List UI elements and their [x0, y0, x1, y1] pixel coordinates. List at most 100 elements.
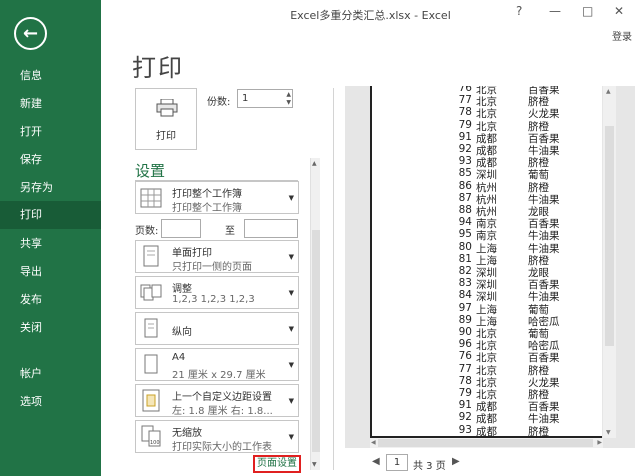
scroll-up-icon[interactable]: ▲: [606, 88, 611, 95]
row-number: 90: [458, 326, 472, 338]
sidebar-item-close[interactable]: 关闭: [0, 314, 101, 342]
row-number: 80: [458, 240, 472, 253]
row-number: 78: [458, 106, 472, 119]
help-button[interactable]: ?: [516, 4, 522, 18]
sidebar-item-print[interactable]: 打印: [0, 201, 101, 229]
print-scope-dropdown[interactable]: 打印整个工作簿 打印整个工作簿 ▼: [135, 181, 299, 214]
single-page-icon: [143, 245, 159, 267]
scrollbar-thumb[interactable]: [378, 439, 593, 447]
backstage-sidebar: ← 信息 新建 打开 保存 另存为 打印 共享 导出 发布 关闭帐户 选项: [0, 0, 101, 476]
scaling-main: 无缩放: [172, 428, 202, 439]
preview-horizontal-scrollbar[interactable]: ◀ ▶: [370, 438, 603, 448]
paper-size-sub: 21 厘米 x 29.7 厘米: [172, 370, 266, 381]
sides-dropdown[interactable]: 单面打印 只打印一侧的页面 ▼: [135, 240, 299, 273]
chevron-down-icon: ▼: [288, 289, 294, 297]
row-number: 92: [458, 143, 472, 155]
orientation-dropdown[interactable]: 纵向 ▼: [135, 312, 299, 345]
row-number: 79: [458, 118, 472, 131]
row-number: 81: [458, 252, 472, 265]
row-number: 94: [458, 216, 472, 229]
login-link[interactable]: 登录: [612, 28, 632, 43]
margins-icon: [142, 389, 160, 412]
page-setup-link[interactable]: 页面设置: [253, 455, 301, 473]
row-number: 91: [458, 399, 472, 412]
sidebar-item-save-as[interactable]: 另存为: [0, 174, 101, 202]
print-button[interactable]: 打印: [135, 88, 197, 150]
row-number: 78: [458, 374, 472, 387]
previous-page-icon[interactable]: ◀: [372, 456, 380, 467]
scrollbar-thumb[interactable]: [605, 126, 614, 346]
row-number: 85: [458, 167, 472, 180]
margins-dropdown[interactable]: 上一个自定义边距设置 左: 1.8 厘米 右: 1.8... ▼: [135, 384, 299, 417]
row-number: 91: [458, 130, 472, 143]
spin-up-icon[interactable]: ▲: [286, 91, 291, 99]
chevron-down-icon: ▼: [288, 361, 294, 369]
total-pages-label: 共 3 页: [413, 461, 446, 472]
sidebar-item-save[interactable]: 保存: [0, 146, 101, 174]
workbook-icon: [140, 188, 162, 208]
copies-stepper[interactable]: 1 ▲ ▼: [237, 89, 293, 108]
sidebar-item-info[interactable]: 信息: [0, 62, 101, 90]
scroll-left-icon[interactable]: ◀: [371, 439, 376, 446]
scroll-down-icon[interactable]: ▼: [606, 429, 611, 436]
row-number: 92: [458, 411, 472, 424]
row-number: 93: [458, 423, 472, 436]
chevron-down-icon: ▼: [288, 433, 294, 441]
spin-down-icon[interactable]: ▼: [286, 99, 291, 107]
row-number: 76: [458, 86, 472, 94]
sidebar-item-share[interactable]: 共享: [0, 230, 101, 258]
chevron-down-icon: ▼: [288, 397, 294, 405]
restore-button[interactable]: □: [582, 4, 593, 18]
scroll-right-icon[interactable]: ▶: [597, 439, 602, 446]
paper-size-main: A4: [172, 352, 186, 363]
row-number: 87: [458, 191, 472, 204]
row-number: 79: [458, 387, 472, 399]
scaling-dropdown[interactable]: 100 无缩放 打印实际大小的工作表 ▼: [135, 420, 299, 453]
scrollbar-thumb[interactable]: [312, 230, 320, 452]
row-number: 97: [458, 301, 472, 314]
scroll-up-icon[interactable]: ▲: [312, 160, 317, 167]
collation-main: 调整: [172, 284, 192, 295]
sidebar-item-account[interactable]: 帐户: [0, 360, 101, 388]
back-arrow-icon[interactable]: ←: [14, 17, 47, 50]
pages-label: 页数:: [135, 226, 159, 237]
sidebar-item-new[interactable]: 新建: [0, 90, 101, 118]
row-number: 84: [458, 289, 472, 302]
pages-from-input[interactable]: [161, 219, 201, 238]
collation-sub: 1,2,3 1,2,3 1,2,3: [172, 294, 255, 305]
current-page-input[interactable]: 1: [386, 454, 408, 471]
print-scope-main: 打印整个工作簿: [172, 189, 242, 200]
margins-main: 上一个自定义边距设置: [172, 392, 272, 403]
scaling-sub: 打印实际大小的工作表: [172, 442, 272, 453]
paper-icon: [144, 354, 158, 374]
margins-sub: 左: 1.8 厘米 右: 1.8...: [172, 406, 273, 417]
row-number: 93: [458, 155, 472, 168]
sidebar-item-export[interactable]: 导出: [0, 258, 101, 286]
portrait-icon: [144, 318, 158, 338]
sides-main: 单面打印: [172, 248, 212, 259]
next-page-icon[interactable]: ▶: [452, 456, 460, 467]
pages-range: 页数: 至: [135, 219, 299, 239]
printer-icon: [156, 99, 178, 117]
sidebar-item-options[interactable]: 选项: [0, 388, 101, 416]
preview-vertical-scrollbar[interactable]: ▲ ▼: [603, 86, 616, 438]
sides-sub: 只打印一侧的页面: [172, 262, 252, 273]
copies-label: 份数:: [207, 97, 231, 108]
page-navigator: ◀ 1 共 3 页 ▶: [372, 454, 472, 472]
collation-dropdown[interactable]: 调整 1,2,3 1,2,3 1,2,3 ▼: [135, 276, 299, 309]
sidebar-item-publish[interactable]: 发布: [0, 286, 101, 314]
pages-to-input[interactable]: [244, 219, 298, 238]
sidebar-item-open[interactable]: 打开: [0, 118, 101, 146]
paper-size-dropdown[interactable]: A4 21 厘米 x 29.7 厘米 ▼: [135, 348, 299, 381]
no-scaling-icon: 100: [141, 425, 161, 447]
close-button[interactable]: ✕: [614, 4, 624, 18]
chevron-down-icon: ▼: [288, 325, 294, 333]
pages-to-label: 至: [225, 226, 235, 237]
minimize-button[interactable]: —: [549, 4, 561, 18]
settings-heading: 设置: [135, 162, 166, 180]
row-number: 95: [458, 228, 472, 241]
settings-scrollbar[interactable]: ▲ ▼: [310, 158, 320, 470]
row-fruit: 脐橙: [528, 425, 549, 438]
chevron-down-icon: ▼: [288, 194, 294, 202]
scroll-down-icon[interactable]: ▼: [312, 461, 317, 468]
